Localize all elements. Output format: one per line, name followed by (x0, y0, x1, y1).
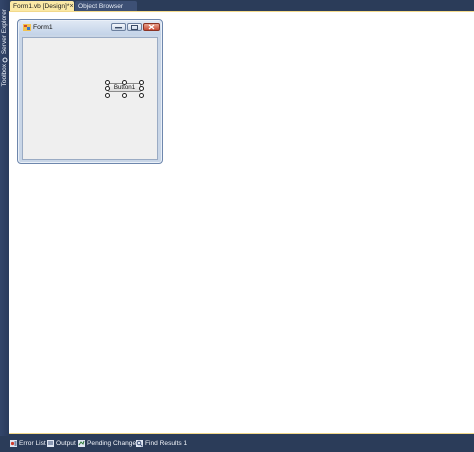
minimize-button[interactable] (111, 23, 126, 31)
maximize-icon (131, 24, 138, 30)
close-x-icon (148, 24, 155, 30)
resize-handle-bottom-right[interactable] (139, 93, 144, 98)
tab-form1-design-label: Form1.vb [Design]* (13, 2, 70, 10)
server-explorer-tab[interactable]: Server Explorer (0, 9, 9, 55)
tab-pending-changes[interactable]: Pending Changes (78, 438, 139, 449)
document-tab-strip: Form1.vb [Design]* × Object Browser (9, 0, 474, 12)
form-title: Form1 (33, 24, 53, 31)
server-explorer-label: Server Explorer (1, 9, 8, 55)
tab-error-list[interactable]: Error List (10, 438, 46, 449)
form-titlebar[interactable]: Form1 (19, 21, 161, 35)
resize-handle-top-right[interactable] (139, 80, 144, 85)
form-client-area[interactable]: Button1 (22, 37, 158, 160)
tab-find-results-1-label: Find Results 1 (145, 440, 188, 447)
error-list-icon (10, 440, 17, 447)
bottom-tool-tabs: Error List Output Pending Changes Find R… (0, 436, 474, 452)
toolbox-label: Toolbox (1, 63, 8, 87)
design-surface[interactable]: Form1 Button1 (9, 12, 474, 434)
form-icon (23, 24, 31, 31)
find-results-icon (136, 440, 143, 447)
tab-error-list-label: Error List (19, 440, 46, 447)
tab-output[interactable]: Output (47, 438, 76, 449)
resize-handle-bottom[interactable] (122, 93, 127, 98)
surface-bottom-border (9, 433, 474, 434)
left-tool-rail: Server Explorer Toolbox (0, 0, 9, 436)
tab-form1-design[interactable]: Form1.vb [Design]* × (10, 1, 74, 11)
minimize-icon (115, 26, 122, 28)
output-icon (47, 440, 54, 447)
resize-handle-top[interactable] (122, 80, 127, 85)
resize-handle-bottom-left[interactable] (105, 93, 110, 98)
tab-object-browser[interactable]: Object Browser (75, 1, 137, 11)
toolbox-gear-icon (0, 56, 9, 64)
tab-pending-changes-label: Pending Changes (87, 440, 140, 447)
resize-handle-left[interactable] (105, 86, 110, 91)
tab-output-label: Output (56, 440, 76, 447)
pending-changes-icon (78, 440, 85, 447)
tab-find-results-1[interactable]: Find Results 1 (136, 438, 187, 449)
tab-object-browser-label: Object Browser (78, 2, 124, 10)
resize-handle-top-left[interactable] (105, 80, 110, 85)
toolbox-tab[interactable]: Toolbox (0, 64, 9, 86)
close-icon[interactable]: × (69, 3, 73, 10)
close-button[interactable] (143, 23, 160, 31)
designer-form-window[interactable]: Form1 Button1 (17, 19, 163, 164)
resize-handle-right[interactable] (139, 86, 144, 91)
maximize-button[interactable] (127, 23, 142, 31)
